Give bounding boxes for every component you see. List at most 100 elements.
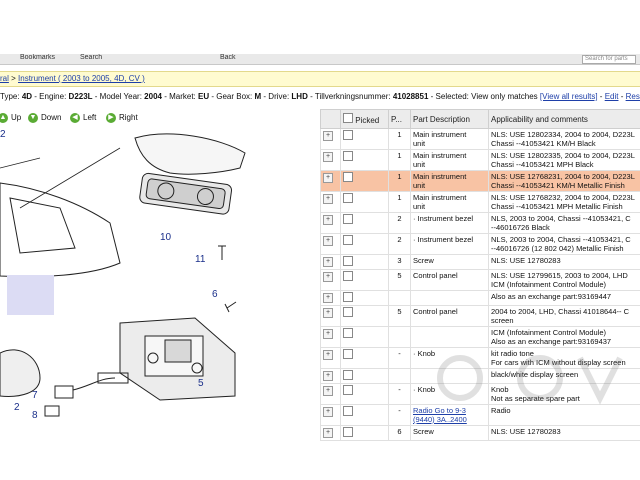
expand-cell[interactable]: + bbox=[320, 404, 341, 426]
picked-checkbox[interactable] bbox=[343, 370, 353, 380]
picked-checkbox[interactable] bbox=[343, 292, 353, 302]
nav-right-button[interactable]: ▶ Right bbox=[106, 112, 138, 124]
expand-icon[interactable]: + bbox=[323, 371, 333, 381]
expand-cell[interactable]: + bbox=[320, 170, 341, 192]
expand-icon[interactable]: + bbox=[323, 236, 333, 246]
picked-cell[interactable] bbox=[340, 425, 389, 441]
picked-checkbox[interactable] bbox=[343, 385, 353, 395]
table-row[interactable]: + - Radio Go to 9-3 (9440) 3A..2400 Radio bbox=[320, 404, 640, 426]
view-all-results-link[interactable]: [View all results] bbox=[540, 92, 598, 101]
picked-cell[interactable] bbox=[340, 404, 389, 426]
table-row[interactable]: +1 Main instrument unit NLS: USE 12768231, … bbox=[320, 170, 640, 192]
expand-cell[interactable]: + bbox=[320, 305, 341, 327]
picked-checkbox[interactable] bbox=[343, 427, 353, 437]
toolbar-back[interactable]: Back bbox=[220, 54, 236, 61]
nav-down-button[interactable]: ▼ Down bbox=[28, 112, 61, 124]
breadcrumb-general-link[interactable]: ral bbox=[0, 74, 9, 83]
position-column-header[interactable]: P... bbox=[388, 109, 411, 129]
picked-checkbox[interactable] bbox=[343, 172, 353, 182]
expand-icon[interactable]: + bbox=[323, 257, 333, 267]
callout-6[interactable]: 6 bbox=[212, 289, 218, 300]
expand-icon[interactable]: + bbox=[323, 194, 333, 204]
expand-cell[interactable]: + bbox=[320, 212, 341, 234]
parts-diagram[interactable]: 2 10 11 6 5 2 7 8 bbox=[0, 128, 318, 480]
picked-checkbox[interactable] bbox=[343, 130, 353, 140]
picked-cell[interactable] bbox=[340, 305, 389, 327]
callout-5[interactable]: 5 bbox=[198, 378, 204, 389]
expand-icon[interactable]: + bbox=[323, 407, 333, 417]
expand-icon[interactable]: + bbox=[323, 272, 333, 282]
callout-2-bottom[interactable]: 2 bbox=[14, 402, 20, 413]
toolbar-bookmarks[interactable]: Bookmarks bbox=[20, 54, 55, 61]
table-row[interactable]: +1 Main instrument unit NLS: USE 12802334, … bbox=[320, 128, 640, 150]
expand-cell[interactable]: + bbox=[320, 383, 341, 405]
picked-cell[interactable] bbox=[340, 170, 389, 192]
table-row[interactable]: + Also as an exchange part:93169447 bbox=[320, 290, 640, 306]
edit-link[interactable]: Edit bbox=[605, 92, 619, 101]
select-all-checkbox[interactable] bbox=[343, 113, 353, 123]
picked-column-header[interactable]: Picked bbox=[340, 109, 389, 129]
expand-icon[interactable]: + bbox=[323, 329, 333, 339]
picked-checkbox[interactable] bbox=[343, 235, 353, 245]
picked-cell[interactable] bbox=[340, 191, 389, 213]
table-row[interactable]: + ICM (Infotainment Control Module) Also a… bbox=[320, 326, 640, 348]
expand-icon[interactable]: + bbox=[323, 386, 333, 396]
expand-icon[interactable]: + bbox=[323, 308, 333, 318]
expand-cell[interactable]: + bbox=[320, 425, 341, 441]
callout-7[interactable]: 7 bbox=[32, 390, 38, 401]
expand-icon[interactable]: + bbox=[323, 152, 333, 162]
applicability-column-header[interactable]: Applicability and comments bbox=[488, 109, 640, 129]
expand-cell[interactable]: + bbox=[320, 290, 341, 306]
table-row[interactable]: +3 Screw NLS: USE 12780283 bbox=[320, 254, 640, 270]
search-input[interactable]: Search for parts bbox=[582, 55, 636, 64]
table-row[interactable]: +2 · Instrument bezel NLS, 2003 to 2004, C… bbox=[320, 212, 640, 234]
table-row[interactable]: + black/white display screen bbox=[320, 368, 640, 384]
expand-cell[interactable]: + bbox=[320, 233, 341, 255]
table-row[interactable]: +2 · Instrument bezel NLS, 2003 to 2004, C… bbox=[320, 233, 640, 255]
picked-checkbox[interactable] bbox=[343, 307, 353, 317]
reset-link[interactable]: Reset bbox=[626, 92, 640, 101]
callout-11[interactable]: 11 bbox=[195, 254, 206, 265]
callout-10[interactable]: 10 bbox=[160, 232, 172, 243]
picked-cell[interactable] bbox=[340, 347, 389, 369]
picked-checkbox[interactable] bbox=[343, 193, 353, 203]
table-row[interactable]: +1 Main instrument unit NLS: USE 12802335, … bbox=[320, 149, 640, 171]
expand-icon[interactable]: + bbox=[323, 215, 333, 225]
picked-cell[interactable] bbox=[340, 326, 389, 348]
expand-cell[interactable]: + bbox=[320, 368, 341, 384]
picked-checkbox[interactable] bbox=[343, 151, 353, 161]
expand-icon[interactable]: + bbox=[323, 350, 333, 360]
picked-checkbox[interactable] bbox=[343, 214, 353, 224]
picked-cell[interactable] bbox=[340, 290, 389, 306]
table-row[interactable]: + - · Knob Knob Not as separate spare part bbox=[320, 383, 640, 405]
picked-checkbox[interactable] bbox=[343, 349, 353, 359]
picked-checkbox[interactable] bbox=[343, 328, 353, 338]
expand-cell[interactable]: + bbox=[320, 269, 341, 291]
picked-cell[interactable] bbox=[340, 233, 389, 255]
expand-icon[interactable]: + bbox=[323, 131, 333, 141]
picked-cell[interactable] bbox=[340, 149, 389, 171]
expand-icon[interactable]: + bbox=[323, 293, 333, 303]
expand-icon[interactable]: + bbox=[323, 173, 333, 183]
picked-cell[interactable] bbox=[340, 212, 389, 234]
picked-cell[interactable] bbox=[340, 128, 389, 150]
expand-cell[interactable]: + bbox=[320, 191, 341, 213]
expand-cell[interactable]: + bbox=[320, 254, 341, 270]
breadcrumb-model-link[interactable]: Instrument ( 2003 to 2005, 4D, CV ) bbox=[18, 74, 145, 83]
picked-checkbox[interactable] bbox=[343, 271, 353, 281]
expand-cell[interactable]: + bbox=[320, 326, 341, 348]
picked-cell[interactable] bbox=[340, 368, 389, 384]
picked-checkbox[interactable] bbox=[343, 406, 353, 416]
table-row[interactable]: +5 Control panel 2004 to 2004, LHD, Chassi… bbox=[320, 305, 640, 327]
callout-2-top[interactable]: 2 bbox=[0, 129, 6, 140]
nav-left-button[interactable]: ◀ Left bbox=[70, 112, 96, 124]
table-row[interactable]: +6 Screw NLS: USE 12780283 bbox=[320, 425, 640, 441]
picked-checkbox[interactable] bbox=[343, 256, 353, 266]
table-row[interactable]: +5 Control panel NLS: USE 12799615, 2003 t… bbox=[320, 269, 640, 291]
table-row[interactable]: +1 Main instrument unit NLS: USE 12768232, … bbox=[320, 191, 640, 213]
expand-cell[interactable]: + bbox=[320, 347, 341, 369]
picked-cell[interactable] bbox=[340, 269, 389, 291]
toolbar-search[interactable]: Search bbox=[80, 54, 102, 61]
expand-cell[interactable]: + bbox=[320, 149, 341, 171]
callout-8[interactable]: 8 bbox=[32, 410, 38, 421]
